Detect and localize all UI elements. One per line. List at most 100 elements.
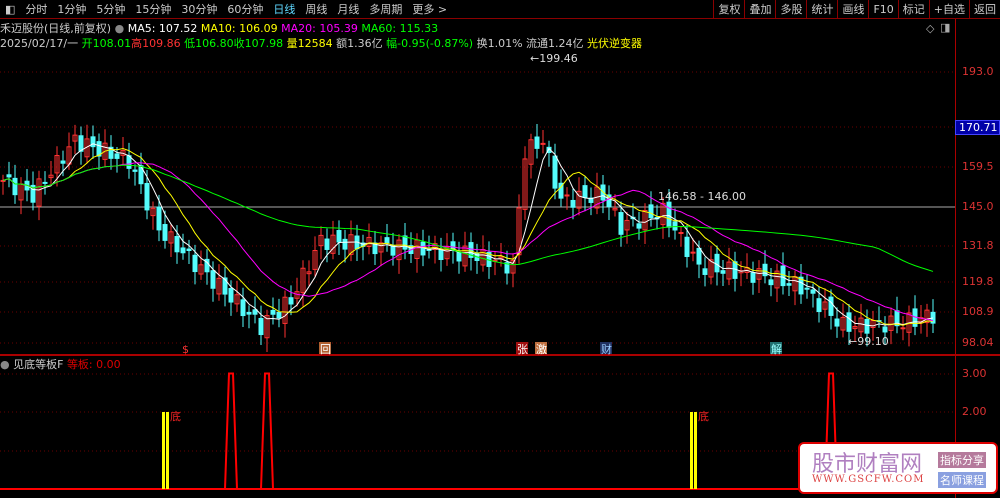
candle-body (180, 247, 186, 254)
candle-body (246, 311, 252, 315)
candle-body (534, 136, 540, 149)
price-label: 193.0 (962, 65, 994, 78)
candle-body (834, 318, 840, 327)
bottom-label: 底 (698, 409, 709, 423)
candle-body (702, 268, 708, 275)
candle-body (780, 265, 786, 287)
candle-body (276, 311, 282, 319)
candle-body (552, 155, 558, 189)
price-label: 98.04 (962, 336, 994, 349)
candle-body (42, 181, 48, 184)
candle-body (192, 254, 198, 273)
candle-body (666, 201, 672, 228)
candle-body (6, 174, 12, 178)
candle-body (864, 318, 870, 334)
price-label: 145.0 (962, 200, 994, 213)
candle-body (78, 135, 84, 152)
candle-body (678, 232, 684, 235)
signal-bar (694, 412, 697, 489)
signal-spike (224, 372, 238, 490)
candle-body (750, 272, 756, 283)
candle-body (672, 221, 678, 231)
signal-bar (166, 412, 169, 489)
price-label: 108.9 (962, 305, 994, 318)
event-marker: 财 (601, 342, 612, 356)
candle-body (336, 230, 342, 243)
candle-body (882, 326, 888, 333)
indicator-axis-label: 3.00 (962, 367, 987, 380)
candle-body (810, 289, 816, 294)
event-marker: 张 (517, 343, 528, 356)
candle-body (252, 309, 258, 315)
event-marker: $ (182, 343, 189, 356)
candle-body (258, 317, 264, 336)
collapse-icon[interactable]: ● (0, 358, 10, 371)
candle-body (564, 194, 570, 197)
candle-body (90, 136, 96, 148)
watermark-url: WWW.GSCFW.COM (812, 474, 925, 485)
signal-bar (690, 412, 693, 489)
high-annotation: ←199.46 (530, 52, 578, 65)
event-marker: 解 (771, 342, 782, 356)
candle-body (540, 142, 546, 145)
candle-body (210, 270, 216, 289)
candle-body (804, 287, 810, 290)
candle-body (618, 212, 624, 235)
candle-body (900, 327, 906, 330)
candle-body (384, 237, 390, 244)
watermark-tag1: 指标分享 (938, 452, 986, 468)
candle-body (162, 224, 168, 241)
candle-body (60, 160, 66, 164)
candle-body (0, 179, 6, 182)
indicator-axis-label: 2.00 (962, 405, 987, 418)
low-annotation: ←99.10 (848, 335, 889, 348)
candle-body (342, 238, 348, 250)
indicator-header: ● 见底等板F 等板: 0.00 (0, 356, 121, 372)
candle-body (456, 251, 462, 262)
candle-body (288, 297, 294, 305)
price-label: 170.71 (955, 120, 1000, 135)
bottom-label: 底 (170, 409, 181, 423)
candle-body (324, 238, 330, 250)
candle-body (144, 182, 150, 211)
candle-body (690, 251, 696, 254)
candle-body (636, 223, 642, 229)
candle-body (648, 204, 654, 219)
candle-body (156, 206, 162, 231)
candle-body (720, 270, 726, 274)
signal-bar (162, 412, 165, 489)
candle-body (582, 185, 588, 199)
range-annotation: 146.58 - 146.00 (658, 190, 746, 203)
candle-body (684, 236, 690, 257)
candle-body (12, 177, 18, 196)
candle-body (438, 248, 444, 261)
candle-body (132, 169, 138, 172)
indicator-value: 等板: 0.00 (66, 358, 121, 371)
price-label: 119.8 (962, 275, 994, 288)
candle-body (240, 299, 246, 317)
watermark: 股市财富网 WWW.GSCFW.COM 指标分享 名师课程 (798, 442, 998, 494)
price-axis-line (955, 19, 956, 498)
candle-body (114, 153, 120, 159)
candle-body (816, 298, 822, 313)
price-label: 131.8 (962, 239, 994, 252)
candle-body (420, 241, 426, 256)
candle-body (828, 296, 834, 316)
candle-body (222, 277, 228, 295)
indicator-name: 见底等板F (13, 358, 64, 371)
price-label: 159.5 (962, 160, 994, 173)
candle-body (570, 199, 576, 208)
candle-body (768, 279, 774, 286)
watermark-tag2: 名师课程 (938, 472, 986, 488)
candle-body (786, 283, 792, 286)
candle-body (714, 253, 720, 273)
candle-body (270, 309, 276, 315)
signal-spike (260, 372, 274, 490)
candle-body (390, 245, 396, 256)
candle-body (402, 235, 408, 250)
candle-body (846, 312, 852, 332)
candle-body (186, 248, 192, 252)
kline-chart[interactable]: ←199.46 ←99.10 146.58 - 146.00 $ 回 张激 财 解底 底 (0, 0, 1000, 498)
candle-body (696, 247, 702, 265)
ma20-line (2, 162, 934, 322)
